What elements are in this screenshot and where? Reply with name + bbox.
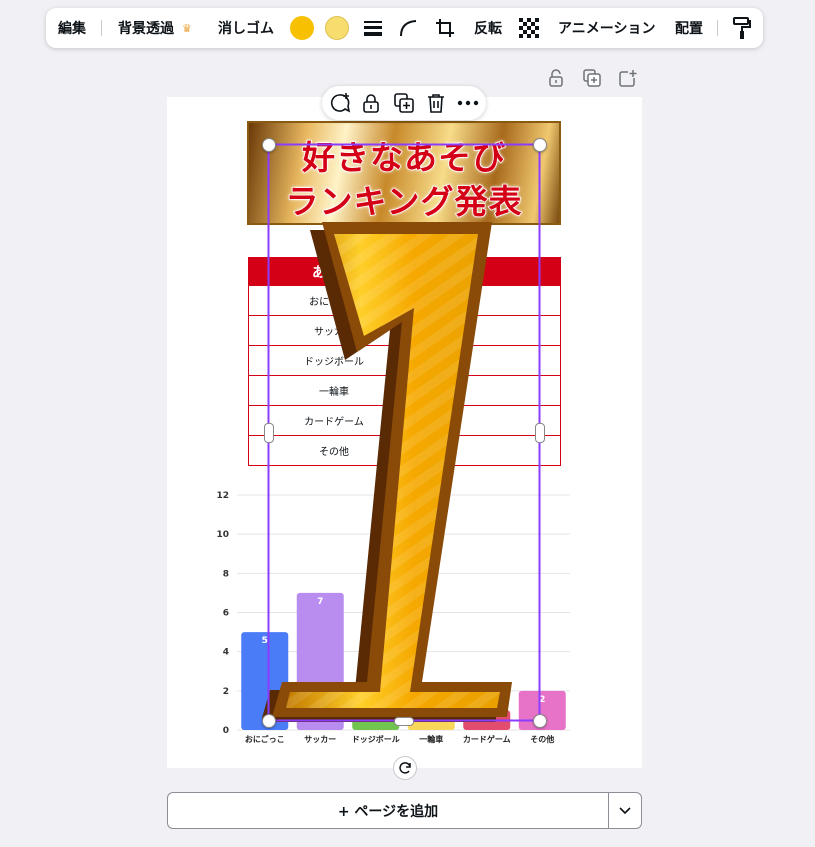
divider [101, 20, 102, 36]
border-lines-icon [364, 21, 382, 36]
lock-icon [363, 94, 379, 113]
edit-button[interactable]: 編集 [58, 8, 86, 48]
crop-button[interactable] [435, 8, 455, 48]
page-lock-button[interactable] [544, 66, 568, 90]
add-page-icon [619, 70, 637, 87]
resize-handle-right[interactable] [535, 423, 545, 443]
context-toolbar: 編集 背景透過 ♛ 消しゴム 反転 アニメーション 配置 [46, 8, 763, 48]
resize-handle-bottom-left[interactable] [262, 714, 276, 728]
design-page[interactable]: 好きなあそび ランキング発表 あそび おにごっこ サッカー ドッジボール 一輪車… [167, 97, 642, 768]
y-tick-label: 10 [216, 530, 229, 540]
background-remover-button[interactable]: 背景透過 ♛ [118, 8, 192, 48]
banner-title-line-1: 好きなあそび [301, 137, 506, 178]
add-comment-button[interactable] [328, 91, 352, 115]
edit-label: 編集 [58, 21, 86, 37]
transparency-button[interactable] [518, 8, 540, 48]
add-page-label: + ページを追加 [337, 803, 439, 820]
x-tick-label: ドッジボール [352, 734, 400, 744]
border-style-button[interactable] [363, 8, 383, 48]
add-page-button[interactable]: + ページを追加 [167, 792, 608, 829]
title-banner[interactable]: 好きなあそび ランキング発表 [247, 121, 561, 225]
lock-icon [549, 69, 563, 87]
more-options-button[interactable] [456, 91, 480, 115]
number-one-graphic[interactable] [262, 212, 552, 722]
animate-label: アニメーション [558, 21, 656, 37]
resize-handle-bottom-right[interactable] [533, 714, 547, 728]
flip-button[interactable]: 反転 [474, 8, 502, 48]
delete-element-button[interactable] [424, 91, 448, 115]
corner-rounding-button[interactable] [398, 8, 418, 48]
paint-roller-icon [733, 17, 751, 39]
crown-icon: ♛ [182, 21, 192, 35]
duplicate-page-button[interactable] [580, 66, 604, 90]
y-tick-label: 4 [223, 648, 229, 658]
y-tick-label: 2 [223, 687, 229, 697]
resize-handle-top-right[interactable] [533, 138, 547, 152]
comment-add-icon [330, 93, 351, 113]
trash-icon [428, 94, 444, 113]
x-tick-label: サッカー [304, 735, 336, 744]
eraser-label: 消しゴム [218, 21, 274, 37]
chevron-down-icon [619, 806, 631, 814]
copy-style-button[interactable] [732, 8, 752, 48]
y-tick-label: 0 [223, 726, 229, 736]
bg-remove-label: 背景透過 [118, 21, 174, 37]
eraser-button[interactable]: 消しゴム [218, 8, 274, 48]
color-swatch-2[interactable] [325, 16, 349, 40]
y-tick-label: 6 [223, 609, 229, 619]
x-tick-label: おにごっこ [245, 734, 285, 744]
element-toolbar [322, 86, 486, 120]
crop-icon [436, 19, 454, 37]
y-tick-label: 8 [223, 569, 229, 579]
position-button[interactable]: 配置 [675, 8, 703, 48]
position-label: 配置 [675, 21, 703, 37]
x-tick-label: カードゲーム [463, 734, 511, 744]
resize-handle-left[interactable] [264, 423, 274, 443]
divider [717, 20, 718, 36]
resize-handle-bottom[interactable] [394, 717, 414, 726]
corner-rounding-icon [400, 20, 417, 37]
flip-label: 反転 [474, 21, 502, 37]
lock-element-button[interactable] [359, 91, 383, 115]
add-page-dropdown[interactable] [608, 792, 642, 829]
y-tick-label: 12 [216, 491, 229, 501]
duplicate-icon [394, 93, 414, 113]
add-page-button-top[interactable] [616, 66, 640, 90]
animate-button[interactable]: アニメーション [558, 8, 655, 48]
duplicate-element-button[interactable] [392, 91, 416, 115]
resize-handle-top-left[interactable] [262, 138, 276, 152]
x-tick-label: その他 [530, 734, 554, 744]
rotate-handle[interactable] [393, 756, 417, 780]
more-icon [457, 100, 479, 106]
duplicate-page-icon [583, 69, 601, 87]
x-tick-label: 一輪車 [419, 734, 443, 744]
rotate-icon [399, 762, 411, 774]
color-swatch-1[interactable] [290, 16, 314, 40]
transparency-icon [519, 18, 539, 38]
